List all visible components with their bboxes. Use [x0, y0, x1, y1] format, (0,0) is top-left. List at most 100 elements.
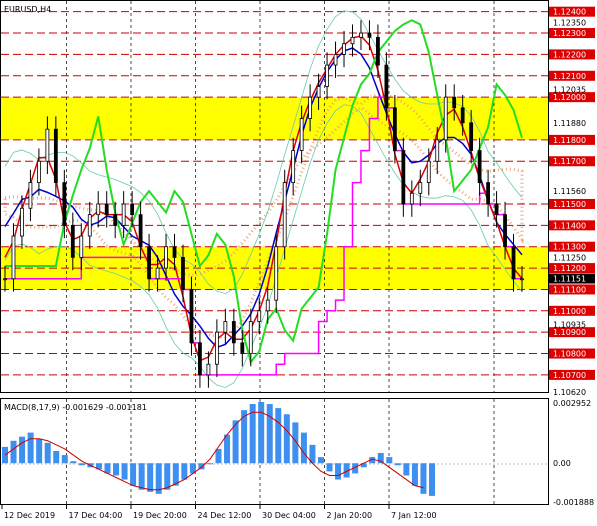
time-label: 17 Dec 04:00 — [69, 511, 123, 520]
macd-bar — [429, 463, 435, 496]
time-label: 30 Dec 04:00 — [262, 511, 316, 520]
candle-body — [384, 64, 389, 109]
candle-body — [240, 342, 245, 354]
candle-body — [231, 321, 236, 344]
macd-bar — [258, 402, 265, 464]
macd-bar — [283, 414, 290, 464]
candle-body — [282, 182, 287, 248]
candle-body — [435, 139, 440, 162]
candle-body — [11, 235, 16, 280]
candle-body — [147, 246, 151, 280]
price-tick-label: 1.11880 — [553, 119, 586, 128]
macd-bar — [335, 463, 342, 480]
level-label: 1.11500 — [553, 200, 586, 209]
candle-body — [113, 214, 118, 226]
candle-body — [20, 207, 24, 237]
macd-bar — [138, 463, 145, 490]
candle-body — [248, 321, 253, 354]
time-label: 2 Jan 20:00 — [327, 511, 373, 520]
candle-body — [333, 54, 338, 66]
macd-tick-label: 0.002952 — [553, 399, 591, 408]
candle-body — [503, 214, 507, 248]
candle-body — [274, 246, 279, 301]
macd-bar — [215, 448, 222, 464]
level-label: 1.12400 — [553, 8, 586, 17]
price-tick-label: 1.11560 — [553, 187, 586, 196]
candle-body — [265, 299, 270, 312]
macd-bar — [317, 457, 324, 464]
level-label: 1.11000 — [553, 307, 586, 316]
level-label: 1.10700 — [553, 371, 586, 380]
macd-bar — [326, 463, 333, 472]
candle-body — [511, 246, 516, 280]
macd-bar — [266, 404, 273, 464]
candle-body — [130, 203, 135, 216]
macd-bar — [292, 422, 299, 464]
candle-body — [418, 182, 423, 194]
level-label: 1.10800 — [553, 350, 586, 359]
candle-body — [28, 182, 33, 209]
candle-body — [520, 278, 524, 281]
macd-bar — [36, 438, 43, 464]
macd-bar — [275, 408, 282, 464]
candle-body — [138, 214, 143, 248]
time-label: 24 Dec 12:00 — [198, 511, 252, 520]
yellow-zone — [1, 97, 548, 140]
candle-body — [316, 86, 321, 98]
candle-body — [53, 128, 58, 184]
candle-body — [350, 36, 355, 45]
candle-body — [62, 182, 67, 226]
candle-body — [45, 128, 50, 162]
level-label: 1.12300 — [553, 29, 586, 38]
macd-bar — [130, 463, 137, 486]
candle-body — [392, 107, 397, 151]
candle-body — [223, 321, 228, 333]
candle-body — [308, 96, 313, 119]
level-label: 1.11100 — [553, 285, 586, 294]
candle-body — [401, 150, 406, 205]
macd-bar — [44, 442, 51, 464]
price-tick-label: 1.12350 — [553, 18, 586, 27]
macd-tick-label: -0.001888 — [553, 498, 594, 507]
macd-bar — [224, 434, 231, 464]
candle-body — [367, 32, 372, 38]
candle-body — [469, 122, 474, 151]
macd-tick-label: 0.00 — [553, 459, 571, 468]
macd-bar — [113, 463, 120, 476]
candle-body — [494, 203, 499, 216]
level-label: 1.11300 — [553, 243, 586, 252]
candle-body — [257, 310, 262, 322]
candle-body — [189, 289, 194, 344]
price-tick-label: 1.12035 — [553, 86, 586, 95]
candle-body — [291, 150, 296, 184]
candle-body — [164, 246, 168, 269]
level-label: 1.11200 — [553, 264, 586, 273]
macd-bar — [300, 432, 307, 464]
macd-bar — [147, 463, 154, 492]
candle-body — [426, 160, 431, 184]
time-label: 12 Dec 2019 — [4, 511, 55, 520]
candle-body — [409, 192, 414, 205]
price-tick-label: 1.10620 — [553, 388, 586, 397]
price-tick-label: 1.10935 — [553, 321, 586, 330]
time-label: 7 Jan 12:00 — [391, 511, 437, 520]
macd-bar — [164, 463, 171, 490]
candle-body — [325, 64, 329, 87]
candle-body — [486, 182, 490, 205]
level-label: 1.11800 — [553, 136, 586, 145]
candle-body — [155, 267, 160, 280]
macd-bar — [403, 463, 410, 476]
time-label: 19 Dec 20:00 — [133, 511, 187, 520]
macd-bar — [27, 432, 34, 464]
candle-body — [198, 342, 202, 376]
macd-bar — [121, 463, 128, 480]
trading-chart[interactable]: EURUSD,H4 1.12400 1.12300 1.12200 1.12100 1.… — [0, 0, 597, 526]
candle-body — [206, 363, 211, 376]
macd-bar — [70, 461, 77, 464]
price-tick-label: 1.11250 — [553, 253, 586, 262]
candle-body — [37, 160, 41, 184]
candle-body — [214, 331, 219, 365]
candle-body — [87, 214, 92, 237]
candle-body — [299, 118, 304, 151]
macd-bar — [53, 450, 60, 464]
